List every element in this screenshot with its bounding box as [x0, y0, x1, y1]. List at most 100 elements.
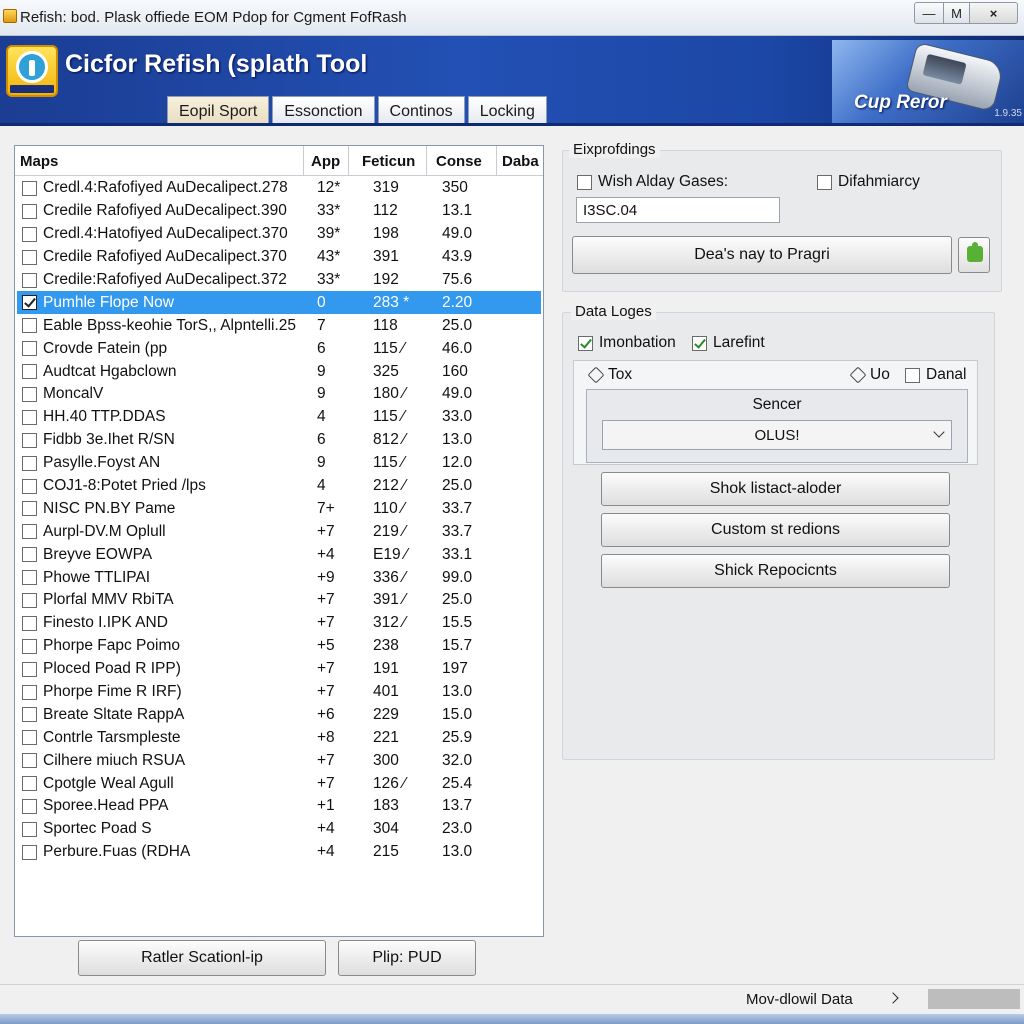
row-checkbox[interactable]: [22, 798, 37, 814]
table-row[interactable]: Sportec Poad S +4 304 23.0: [17, 818, 541, 841]
close-button[interactable]: ×: [970, 2, 1018, 24]
row-checkbox[interactable]: [22, 295, 37, 311]
custom-regions-button[interactable]: Custom st redions: [601, 513, 950, 547]
table-row[interactable]: HH.40 TTP.DDAS 4 115 ⁄ 33.0: [17, 406, 541, 429]
table-row[interactable]: Cpotgle Weal Agull +7 126 ⁄ 25.4: [17, 772, 541, 795]
row-checkbox[interactable]: [22, 226, 37, 242]
app-cell: +7: [317, 774, 335, 792]
plugin-button[interactable]: [958, 237, 990, 273]
row-checkbox[interactable]: [22, 684, 37, 700]
row-checkbox[interactable]: [22, 707, 37, 723]
row-checkbox[interactable]: [22, 592, 37, 608]
difahmiarcy-checkbox[interactable]: Difahmiarcy: [817, 173, 920, 191]
column-header-app[interactable]: App: [304, 146, 349, 176]
row-checkbox[interactable]: [22, 547, 37, 563]
table-row[interactable]: Eable Bpss-keohie TorS,, Alpntelli.25 7 11…: [17, 314, 541, 337]
checkbox-box[interactable]: [905, 367, 920, 383]
checkbox-box[interactable]: [577, 174, 592, 190]
row-checkbox[interactable]: [22, 821, 37, 837]
row-checkbox[interactable]: [22, 318, 37, 334]
app-icon: [3, 9, 17, 23]
row-checkbox[interactable]: [22, 570, 37, 586]
larefint-checkbox[interactable]: Larefint: [692, 334, 765, 352]
row-checkbox[interactable]: [22, 730, 37, 746]
app-cell: 9: [317, 362, 326, 380]
row-checkbox[interactable]: [22, 180, 37, 196]
danal-checkbox[interactable]: Danal: [905, 366, 967, 384]
row-checkbox[interactable]: [22, 478, 37, 494]
row-checkbox[interactable]: [22, 249, 37, 265]
table-row[interactable]: Credl.4:Rafofiyed AuDecalipect.278 12* 319…: [17, 177, 541, 200]
table-row[interactable]: Breyve EOWPA +4 E19 ⁄ 33.1: [17, 543, 541, 566]
row-checkbox[interactable]: [22, 341, 37, 357]
maps-list[interactable]: Maps App Feticun Conse Daba Credl.4:Rafo…: [14, 145, 544, 937]
column-header-conse[interactable]: Conse: [427, 146, 497, 176]
table-row[interactable]: Pasylle.Foyst AN 9 115 ⁄ 12.0: [17, 452, 541, 475]
row-checkbox[interactable]: [22, 753, 37, 769]
conse-cell: 33.1: [442, 545, 473, 563]
table-row[interactable]: MoncalV 9 180 ⁄ 49.0: [17, 383, 541, 406]
table-row[interactable]: Credile Rafofiyed AuDecalipect.390 33* 112…: [17, 200, 541, 223]
row-checkbox[interactable]: [22, 432, 37, 448]
table-row[interactable]: Credile:Rafofiyed AuDecalipect.372 33* 192…: [17, 269, 541, 292]
table-row[interactable]: Crovde Fatein (pp 6 115 ⁄ 46.0: [17, 337, 541, 360]
row-checkbox[interactable]: [22, 844, 37, 860]
tab-2[interactable]: Continos: [377, 96, 465, 123]
minimize-button[interactable]: —: [914, 2, 944, 24]
row-checkbox[interactable]: [22, 386, 37, 402]
row-checkbox[interactable]: [22, 661, 37, 677]
wish-checkbox[interactable]: Wish Alday Gases:: [577, 173, 728, 191]
table-row[interactable]: Credl.4:Hatofiyed AuDecalipect.370 39* 198…: [17, 223, 541, 246]
chevron-right-icon[interactable]: [887, 992, 899, 1004]
table-row[interactable]: Fidbb 3e.Ihet R/SN 6 812 ⁄ 13.0: [17, 429, 541, 452]
table-row[interactable]: Audtcat Hgabclown 9 325 160: [17, 360, 541, 383]
column-header-maps[interactable]: Maps: [15, 146, 304, 176]
checkbox-box[interactable]: [817, 174, 832, 190]
tab-3[interactable]: Locking: [467, 96, 547, 123]
tab-0[interactable]: Eopil Sport: [167, 96, 270, 123]
table-row[interactable]: Phorpe Fime R IRF) +7 401 13.0: [17, 681, 541, 704]
row-checkbox[interactable]: [22, 615, 37, 631]
checkbox-box[interactable]: [578, 335, 593, 351]
row-checkbox[interactable]: [22, 524, 37, 540]
maximize-button[interactable]: M: [944, 2, 970, 24]
table-row[interactable]: COJ1-8:Potet Pried /lps 4 212 ⁄ 25.0: [17, 475, 541, 498]
table-row[interactable]: Ploced Poad R IPP) +7 191 197: [17, 658, 541, 681]
shok-listact-button[interactable]: Shok listact-aloder: [601, 472, 950, 506]
row-checkbox[interactable]: [22, 776, 37, 792]
row-checkbox[interactable]: [22, 272, 37, 288]
column-header-daba[interactable]: Daba: [497, 146, 543, 176]
table-row[interactable]: NISC PN.BY Pame 7+ 110 ⁄ 33.7: [17, 497, 541, 520]
table-row[interactable]: Perbure.Fuas (RDHA +4 215 13.0: [17, 841, 541, 864]
table-row[interactable]: Credile Rafofiyed AuDecalipect.370 43* 391…: [17, 246, 541, 269]
row-checkbox[interactable]: [22, 455, 37, 471]
table-row[interactable]: Contrle Tarsmpleste +8 221 25.9: [17, 726, 541, 749]
imonbation-checkbox[interactable]: Imonbation: [578, 334, 676, 352]
column-header-feticun[interactable]: Feticun: [349, 146, 427, 176]
options-input[interactable]: I3SC.04: [576, 197, 780, 223]
action-button[interactable]: Dea's nay to Pragri: [572, 236, 952, 274]
plip-button[interactable]: Plip: PUD: [338, 940, 476, 976]
table-row[interactable]: Breate Sltate RappA +6 229 15.0: [17, 703, 541, 726]
ratler-button[interactable]: Ratler Scationl-ip: [78, 940, 326, 976]
table-row[interactable]: Plorfal MMV RbiTA +7 391 ⁄ 25.0: [17, 589, 541, 612]
tox-item[interactable]: Tox: [587, 366, 632, 384]
row-checkbox[interactable]: [22, 364, 37, 380]
table-row[interactable]: Phowe TTLIPAI +9 336 ⁄ 99.0: [17, 566, 541, 589]
status-text[interactable]: Mov-dlowil Data: [746, 991, 853, 1008]
row-checkbox[interactable]: [22, 203, 37, 219]
row-checkbox[interactable]: [22, 638, 37, 654]
checkbox-box[interactable]: [692, 335, 707, 351]
table-row[interactable]: Sporee.Head PPA +1 183 13.7: [17, 795, 541, 818]
table-row[interactable]: Aurpl-DV.M Oplull +7 219 ⁄ 33.7: [17, 520, 541, 543]
table-row[interactable]: Phorpe Fapc Poimo +5 238 15.7: [17, 635, 541, 658]
row-checkbox[interactable]: [22, 501, 37, 517]
table-row[interactable]: Pumhle Flope Now 0 283 * 2.20: [17, 291, 541, 315]
shick-reports-button[interactable]: Shick Repocicnts: [601, 554, 950, 588]
table-row[interactable]: Cilhere miuch RSUA +7 300 32.0: [17, 749, 541, 772]
row-checkbox[interactable]: [22, 409, 37, 425]
uo-item[interactable]: Uo: [849, 366, 890, 384]
sencer-dropdown[interactable]: OLUS!: [602, 420, 952, 450]
table-row[interactable]: Finesto I.IPK AND +7 312 ⁄ 15.5: [17, 612, 541, 635]
tab-1[interactable]: Essonction: [272, 96, 375, 123]
